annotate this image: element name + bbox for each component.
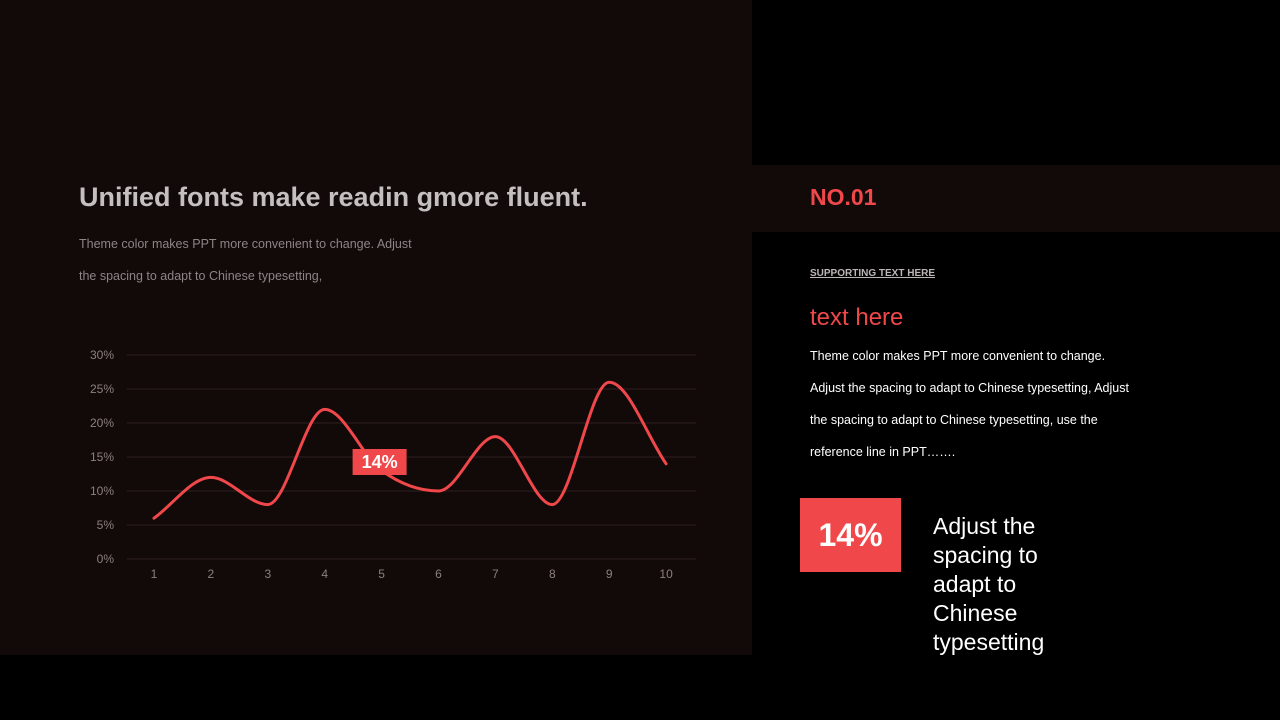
x-tick-label: 8 — [549, 567, 556, 581]
y-tick-label: 25% — [90, 382, 114, 396]
percentage-badge-value: 14% — [818, 516, 883, 553]
y-tick-label: 20% — [90, 416, 114, 430]
series-line — [152, 380, 668, 520]
badge-caption: Adjust the spacing to adapt to Chinese t… — [933, 513, 1045, 655]
x-tick-label: 9 — [606, 567, 613, 581]
section-number: NO.01 — [810, 184, 877, 210]
x-tick-label: 3 — [264, 567, 271, 581]
sidebar-body-line-3: the spacing to adapt to Chinese typesett… — [810, 413, 1098, 427]
y-tick-label: 30% — [90, 348, 114, 362]
supporting-text: SUPPORTING TEXT HERE — [810, 268, 936, 279]
percentage-badge: 14% — [800, 498, 901, 572]
line-chart: 0% 5% 10% 15% 20% 25% 30% 1 2 3 4 5 6 7 8 9 10 14% — [90, 348, 696, 581]
x-tick-label: 2 — [208, 567, 215, 581]
x-tick-label: 1 — [151, 567, 158, 581]
x-tick-label: 6 — [435, 567, 442, 581]
y-tick-label: 10% — [90, 484, 114, 498]
x-tick-label: 10 — [659, 567, 673, 581]
sidebar-body-line-2: Adjust the spacing to adapt to Chinese t… — [810, 381, 1129, 395]
annotation-label: 14% — [362, 452, 398, 472]
x-tick-label: 5 — [378, 567, 385, 581]
sidebar-heading: text here — [810, 304, 904, 331]
sidebar-body-line-1: Theme color makes PPT more convenient to… — [810, 349, 1106, 363]
x-tick-label: 4 — [321, 567, 328, 581]
y-tick-label: 5% — [97, 518, 115, 532]
y-tick-label: 0% — [97, 552, 115, 566]
y-tick-label: 15% — [90, 450, 114, 464]
x-tick-label: 7 — [492, 567, 499, 581]
sidebar-body-line-4: reference line in PPT……. — [810, 445, 956, 459]
